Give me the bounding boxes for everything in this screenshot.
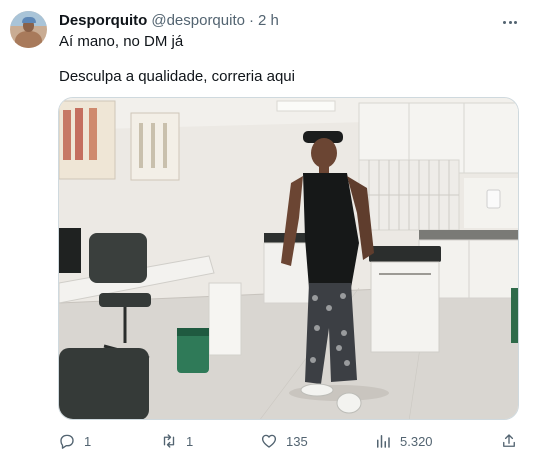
like-count: 135 (286, 433, 308, 449)
like-button[interactable]: 135 (260, 432, 308, 450)
share-icon (503, 434, 515, 447)
tweet-text-line-1: Aí mano, no DM já (59, 33, 184, 50)
timestamp[interactable]: 2 h (258, 12, 279, 29)
heart-icon (261, 434, 277, 448)
photo-scene (59, 98, 518, 419)
views-chart-icon (377, 435, 390, 448)
reply-button[interactable]: 1 (58, 432, 91, 450)
tweet-photo[interactable] (58, 97, 519, 420)
repost-count: 1 (186, 433, 194, 449)
avatar[interactable] (10, 11, 47, 48)
view-count: 5.320 (400, 433, 433, 449)
tweet-header: Desporquito @desporquito · 2 h (59, 12, 279, 29)
share-button[interactable] (500, 432, 518, 450)
reply-icon (60, 434, 74, 449)
author-handle[interactable]: @desporquito (151, 12, 245, 29)
repost-icon (163, 434, 175, 448)
reply-count: 1 (84, 433, 92, 449)
repost-button[interactable]: 1 (160, 432, 193, 450)
views-button[interactable]: 5.320 (374, 432, 433, 450)
tweet-text-line-2: Desculpa a qualidade, correria aqui (59, 68, 295, 85)
author-name[interactable]: Desporquito (59, 12, 147, 29)
more-options-icon[interactable] (500, 12, 520, 32)
separator-dot: · (248, 12, 254, 29)
tweet-actions: 1 1 135 5.320 (58, 430, 520, 452)
